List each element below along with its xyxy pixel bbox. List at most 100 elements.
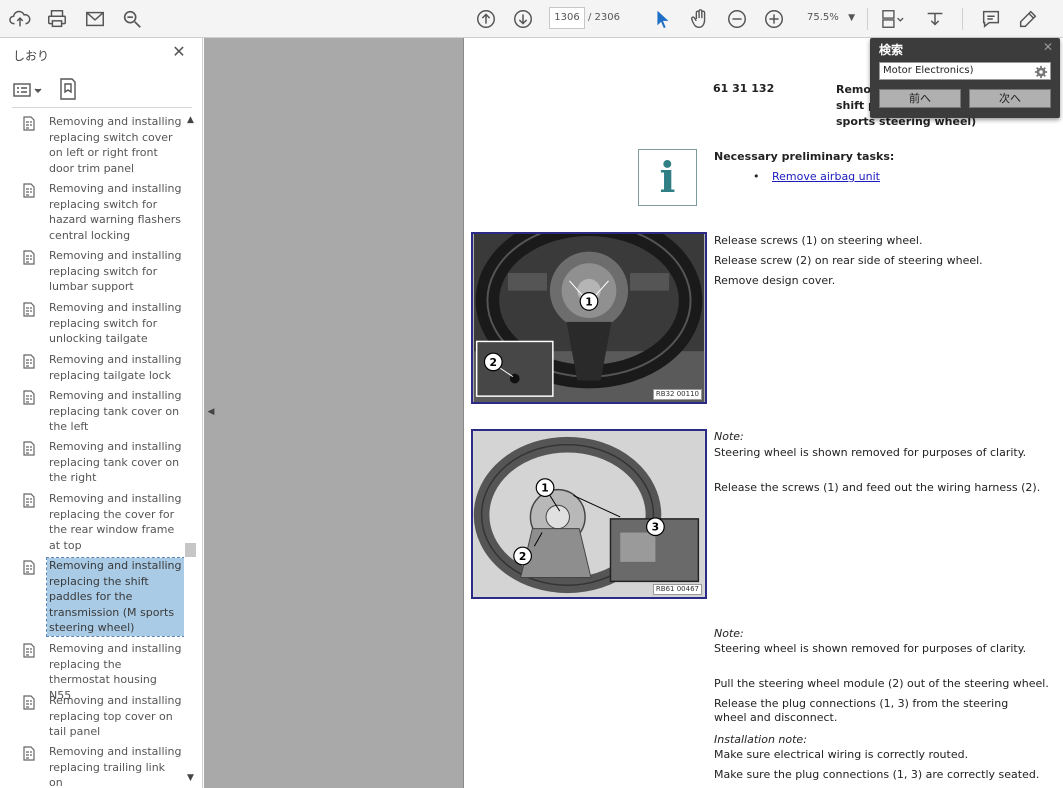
scrollbar-thumb[interactable] [185,543,196,557]
next-page-button[interactable] [509,5,537,33]
bookmark-item[interactable]: Removing and installing replacing the sh… [22,557,184,637]
scroll-down-icon[interactable]: ▼ [184,772,197,784]
callout-number: 2 [490,356,497,369]
scroll-mode-button[interactable] [921,5,949,33]
search-previous-button[interactable]: 前へ [879,89,961,108]
bookmark-item[interactable]: Removing and installing replacing switch… [22,248,184,295]
installation-step: Make sure the plug connections (1, 3) ar… [714,768,1040,781]
remove-airbag-link[interactable]: Remove airbag unit [772,170,880,183]
document-page-icon [22,693,40,740]
bookmark-item[interactable]: Removing and installing replacing tailga… [22,352,184,383]
figure-reference: RB61 00467 [652,584,702,595]
bookmark-label: Removing and installing replacing top co… [49,694,182,738]
bookmark-label: Removing and installing replacing traili… [49,745,182,786]
search-panel: 検索 ✕ Motor Electronics) 前へ 次へ [870,38,1060,118]
step-text: Release the screws (1) and feed out the … [714,481,1041,494]
highlight-button[interactable] [1014,5,1042,33]
select-tool-button[interactable] [648,5,676,33]
bookmark-options-button[interactable] [13,79,45,101]
prelim-heading: Necessary preliminary tasks: [714,150,895,163]
zoom-level-select[interactable]: 75.5% ▼ [799,7,859,29]
search-next-button[interactable]: 次へ [969,89,1051,108]
search-options-button[interactable] [1034,64,1048,79]
main-toolbar: 1306 / 2306 75.5% ▼ [0,0,1063,38]
bookmark-label: Removing and installing replacing switch… [49,182,182,242]
download-tray-icon [927,12,943,26]
figure-steering-wheel-front: 1 2 RB32 00110 [471,232,707,404]
document-page: 61 31 132 Remov shift pa sports steering… [463,38,1063,788]
upload-cloud-button[interactable] [6,5,34,33]
magnifier-icon [123,10,141,28]
step-text: Remove design cover. [714,274,836,287]
search-panel-title: 検索 [879,43,904,57]
zoom-in-button[interactable] [760,5,788,33]
hand-icon [691,9,706,28]
toolbar-divider [867,8,868,30]
callout-number: 1 [585,295,592,308]
comment-button[interactable] [977,5,1005,33]
callout-number: 3 [652,521,659,534]
bookmark-item[interactable]: Removing and installing replacing tank c… [22,388,184,435]
toolbar-divider [962,8,963,30]
bookmark-item[interactable]: Removing and installing replacing switch… [22,300,184,347]
note-text: Steering wheel is shown removed for purp… [714,642,1027,655]
pdf-viewer-window: 1306 / 2306 75.5% ▼ しおり ✕ Removing and i… [0,0,1063,788]
document-page-icon [22,439,40,486]
document-page-icon [22,491,40,553]
bookmark-item[interactable]: Removing and installing replacing traili… [22,744,184,786]
page-layout-icon [882,10,904,28]
bookmark-item[interactable]: Removing and installing replacing tank c… [22,439,184,486]
document-page-icon [22,744,40,786]
bookmark-item[interactable]: Removing and installing replacing the co… [22,491,184,553]
figure-steering-wheel-removed: 1 2 3 RB61 00467 [471,429,707,599]
bookmark-item[interactable]: Removing and installing replacing switch… [22,114,184,176]
close-icon[interactable]: ✕ [1043,40,1053,54]
search-input[interactable]: Motor Electronics) [879,62,1051,80]
panel-divider [12,107,192,108]
chevron-down-icon: ▼ [848,13,855,23]
zoom-search-button[interactable] [118,5,146,33]
figure-reference: RB32 00110 [652,389,702,400]
bookmark-label: Removing and installing replacing switch… [49,115,182,175]
bullet-point: • [753,170,760,183]
steering-wheel-photo: 1 2 [473,234,705,402]
page-number-input[interactable]: 1306 [549,7,585,29]
comment-icon [982,10,1000,28]
step-text: Release the plug connections (1, 3) from… [714,697,1009,724]
printer-icon [48,10,66,28]
bookmarks-scrollbar[interactable]: ▲ ▼ [184,114,197,786]
step-text: Release screw (2) on rear side of steeri… [714,254,983,267]
note-label: Note: [714,430,744,443]
previous-page-button[interactable] [472,5,500,33]
document-page-icon [22,300,40,347]
bookmark-item[interactable]: Removing and installing replacing switch… [22,181,184,243]
print-button[interactable] [43,5,71,33]
minus-circle-icon [728,10,746,28]
bookmark-label: Removing and installing replacing the sh… [46,557,184,637]
callout-number: 1 [541,482,548,495]
add-bookmark-button[interactable] [57,77,79,101]
note-text: Steering wheel is shown removed for purp… [714,446,1027,459]
installation-note-label: Installation note: [714,733,807,746]
zoom-out-button[interactable] [723,5,751,33]
email-button[interactable] [81,5,109,33]
collapse-panel-icon[interactable]: ◀ [204,402,218,422]
hand-tool-button[interactable] [686,5,714,33]
page-total-label: / 2306 [588,12,620,23]
scroll-up-icon[interactable]: ▲ [184,114,197,126]
bookmark-add-icon [60,78,76,100]
repair-code: 61 31 132 [713,82,775,95]
step-text: Release screws (1) on steering wheel. [714,234,923,247]
installation-step: Make sure electrical wiring is correctly… [714,748,969,761]
document-page-icon [22,181,40,243]
bookmark-item[interactable]: Removing and installing replacing top co… [22,693,184,740]
bookmarks-list: Removing and installing replacing switch… [0,114,184,786]
cloud-upload-icon [9,10,31,27]
list-options-icon [13,83,42,97]
document-page-icon [22,248,40,295]
close-icon[interactable]: ✕ [170,43,188,61]
info-icon: i [659,152,676,202]
page-display-button[interactable] [876,5,910,33]
bookmark-label: Removing and installing replacing switch… [49,301,182,345]
document-page-icon [22,114,40,176]
